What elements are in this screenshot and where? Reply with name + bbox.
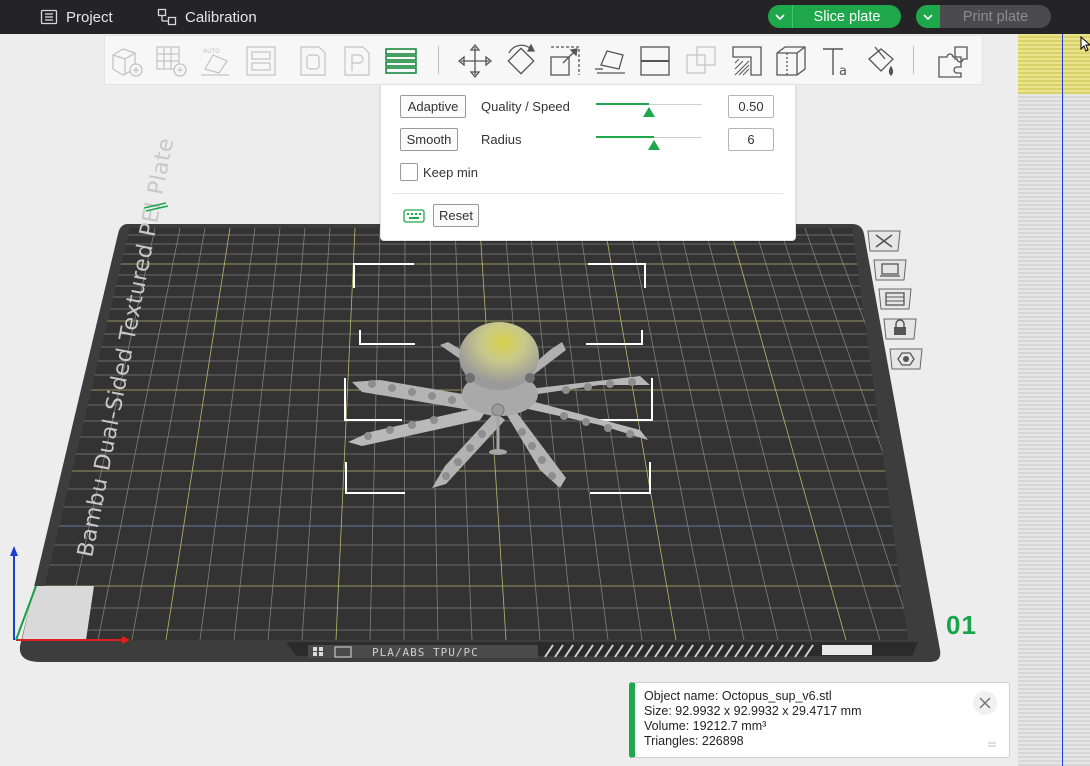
main-toolbar: AUTO a [104,35,983,85]
adaptive-button[interactable]: Adaptive [400,95,466,118]
svg-text:AUTO: AUTO [203,48,220,55]
scale-icon[interactable] [547,43,583,79]
variable-layer-height-panel: Adaptive Quality / Speed 0.50 Smooth Rad… [380,84,796,241]
text-icon[interactable]: a [819,43,855,79]
radius-value-field[interactable]: 6 [728,128,774,151]
quality-value-field[interactable]: 0.50 [728,95,774,118]
plate-settings-icon[interactable] [877,287,913,311]
radius-slider-fill [596,136,655,138]
radius-label: Radius [481,132,522,147]
support-paint-icon[interactable] [729,43,765,79]
object-info-panel: Object name: Octopus_sup_v6.stl Size: 92… [629,682,1010,758]
panel-divider [393,193,783,194]
toolbar-separator [913,46,914,74]
assembly-icon[interactable] [935,43,971,79]
close-icon [979,697,991,709]
keyboard-icon[interactable] [403,209,425,223]
boolean-icon[interactable] [683,43,719,79]
object-volume: Volume: 19212.7 mm³ [644,719,767,733]
arrange-grid-icon[interactable] [153,43,189,79]
lock-plate-icon[interactable] [882,317,918,341]
lay-on-face-icon[interactable] [593,43,629,79]
rotate-icon[interactable] [503,43,539,79]
expand-icon[interactable] [987,739,997,749]
keep-min-label: Keep min [423,165,478,180]
smooth-button[interactable]: Smooth [400,128,458,151]
svg-text:a: a [839,64,847,79]
variable-layer-height-icon[interactable] [383,43,419,79]
plate-number: 01 [946,610,977,640]
object-name: Object name: Octopus_sup_v6.stl [644,689,832,703]
move-icon[interactable] [457,43,493,79]
view-plate-icon[interactable] [888,347,924,371]
reset-button[interactable]: Reset [433,204,479,227]
right-panel-edge [1018,34,1090,766]
plate-layout-icon[interactable] [243,43,279,79]
object-size: Size: 92.9932 x 92.9932 x 29.4717 mm [644,704,862,718]
arrange-plate-icon[interactable] [872,258,908,282]
filament-types-text: PLA/ABS TPU/PC [372,646,479,659]
close-info-button[interactable] [973,691,997,715]
close-plate-icon[interactable] [866,229,902,253]
quality-slider-thumb[interactable] [643,107,655,117]
quality-slider-fill [596,103,649,105]
object-p-icon[interactable] [339,43,375,79]
add-object-icon[interactable] [109,43,145,79]
toolbar-separator [438,46,439,74]
seam-paint-icon[interactable] [773,43,809,79]
quality-speed-label: Quality / Speed [481,99,570,114]
keep-min-checkbox[interactable] [400,163,418,181]
object-o-icon[interactable] [295,43,331,79]
object-triangles: Triangles: 226898 [644,734,744,748]
auto-orient-icon[interactable]: AUTO [197,43,233,79]
mouse-cursor-icon [1080,36,1090,52]
radius-slider-thumb[interactable] [648,140,661,150]
cut-icon[interactable] [637,43,673,79]
color-paint-icon[interactable] [863,43,899,79]
